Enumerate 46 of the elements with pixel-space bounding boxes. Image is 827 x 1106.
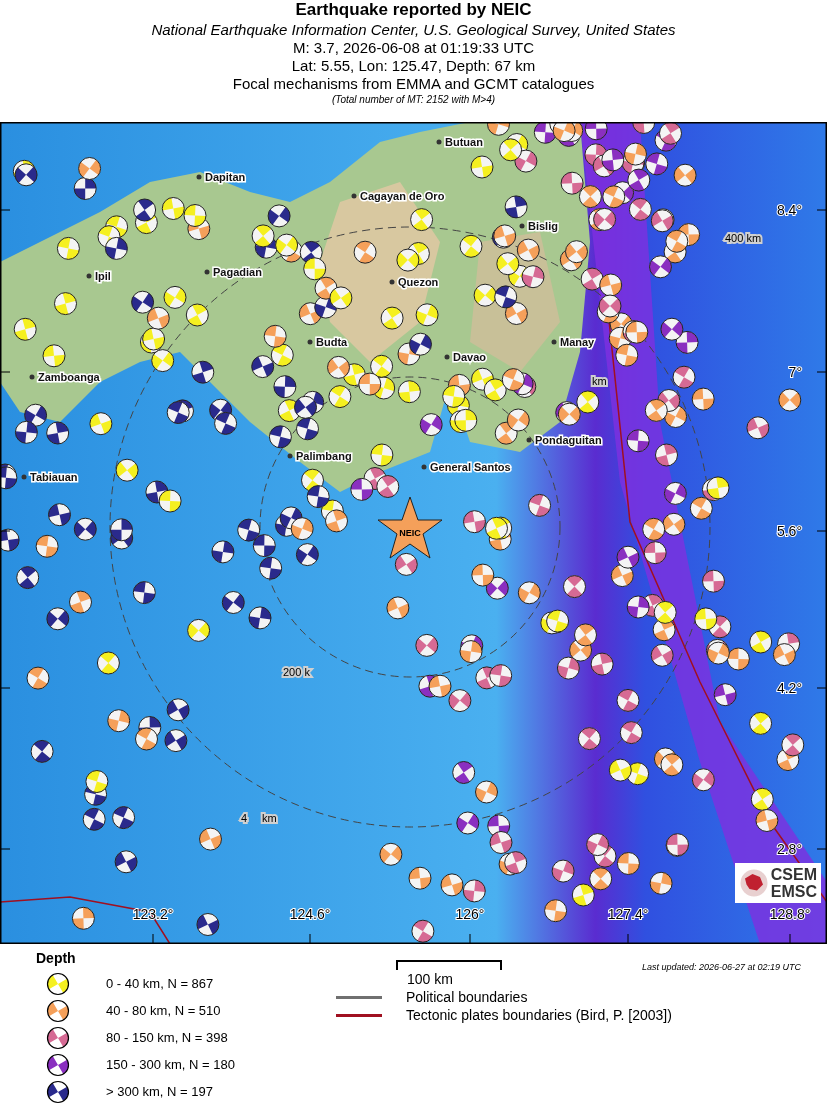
distance-label: 400 km <box>725 232 762 244</box>
city-label: Butuan <box>445 136 483 148</box>
city-label: Bislig <box>528 220 558 232</box>
last-updated: Last updated: 2026-06-27 at 02:19 UTC <box>641 962 801 972</box>
longitude-label: 127.4° <box>607 906 649 922</box>
event-info: M: 3.7, 2026-06-08 at 01:19:33 UTC <box>293 39 534 57</box>
latitude-label: 7° <box>788 364 802 380</box>
city-label: Ipil <box>95 270 111 282</box>
latitude-label: 8.4° <box>776 202 802 218</box>
legend-label: Political boundaries <box>406 989 528 1005</box>
logo-text: CSEM <box>770 866 817 883</box>
distance-label: 200 k <box>283 666 310 678</box>
map-title: Earthquake reported by NEIC <box>295 0 532 20</box>
city-label: Cagayan de Oro <box>360 190 445 202</box>
city-label: Pondaguitan <box>535 434 602 446</box>
city-label: Palimbang <box>296 450 352 462</box>
latitude-label: 5.6° <box>776 523 802 539</box>
city-label: Budta <box>316 336 348 348</box>
city-label: Quezon <box>398 276 439 288</box>
distance-label: km <box>262 812 277 824</box>
epicenter-label: NEIC <box>399 528 421 538</box>
location-info: Lat: 5.55, Lon: 125.47, Depth: 67 km <box>291 57 536 75</box>
legend-label: 80 - 150 km, N = 398 <box>106 1030 228 1045</box>
legend-label: 40 - 80 km, N = 510 <box>106 1003 221 1018</box>
legend-label: Tectonic plates boundaries (Bird, P. [2003]) <box>406 1007 672 1023</box>
city-label: Dapitan <box>205 171 246 183</box>
latitude-label: 4.2° <box>776 680 802 696</box>
city-label: Tabiauan <box>30 471 78 483</box>
legend-label: 0 - 40 km, N = 867 <box>106 976 214 991</box>
source-info: Focal mechanisms from EMMA and GCMT catalogues <box>232 75 595 93</box>
city-label: Zamboanga <box>38 371 100 383</box>
logo-text: EMSC <box>770 883 817 900</box>
agency-subtitle: National Earthquake Information Center, U.S. Geological Survey, United States <box>151 20 676 39</box>
longitude-label: 124.6° <box>289 906 331 922</box>
distance-label: 4 <box>241 812 248 824</box>
legend-label: > 300 km, N = 197 <box>106 1084 213 1099</box>
total-note: (Total number of MT: 2152 with M>4) <box>331 93 496 106</box>
scale-label: 100 km <box>407 970 454 988</box>
legend-label: 150 - 300 km, N = 180 <box>106 1057 235 1072</box>
city-label: Davao <box>453 351 487 363</box>
city-label: General Santos <box>430 461 511 473</box>
distance-label: km <box>592 375 607 387</box>
city-label: Pagadian <box>213 266 262 278</box>
legend-title: Depth <box>36 950 77 966</box>
longitude-label: 128.8° <box>769 906 811 922</box>
longitude-label: 126° <box>455 906 485 922</box>
